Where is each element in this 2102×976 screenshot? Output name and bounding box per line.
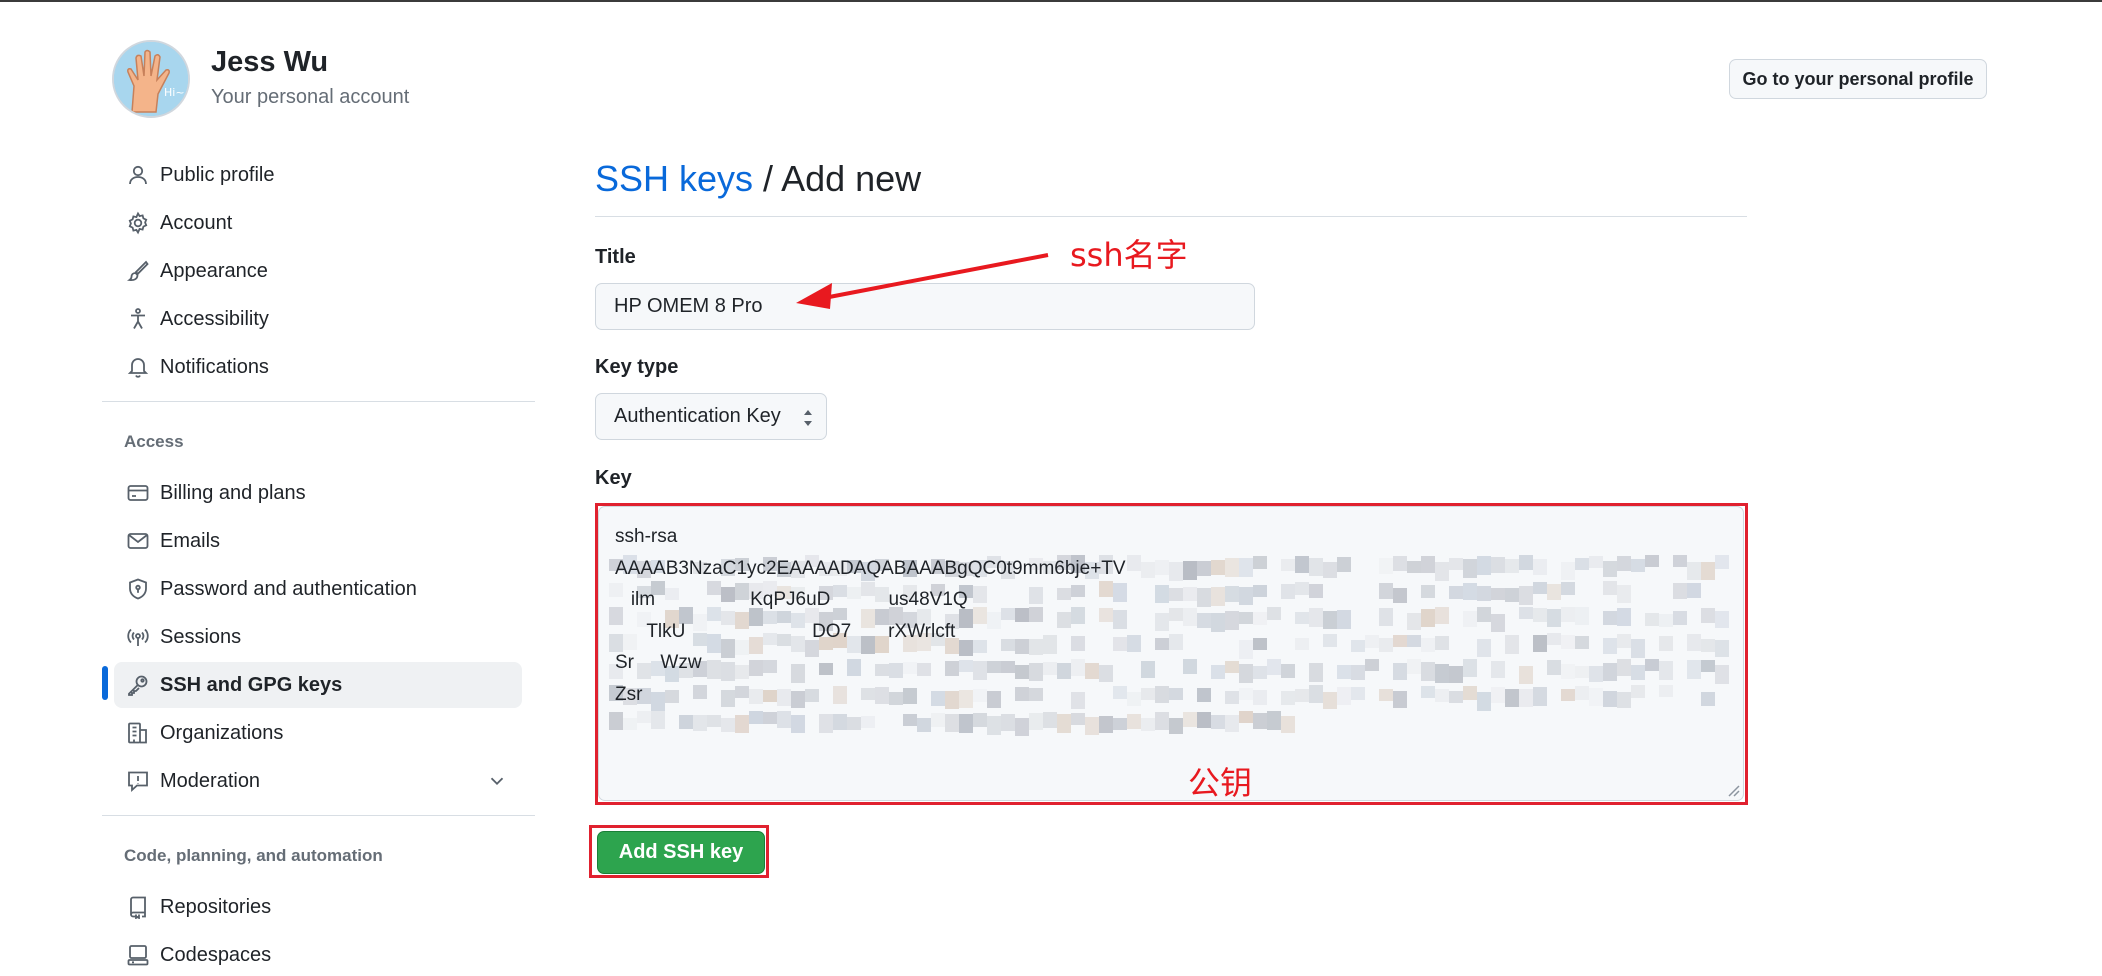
sidebar-item-organizations[interactable]: Organizations	[114, 710, 522, 756]
sidebar-item-emails[interactable]: Emails	[114, 518, 522, 564]
sidebar-item-moderation[interactable]: Moderation	[114, 758, 522, 804]
repo-icon	[116, 895, 160, 919]
sidebar-item-label: SSH and GPG keys	[160, 673, 343, 696]
mail-icon	[116, 529, 160, 553]
sidebar-divider	[102, 815, 535, 816]
sidebar-item-public-profile[interactable]: Public profile	[114, 152, 522, 198]
annotation-arrow	[796, 253, 1049, 309]
sidebar-item-appearance[interactable]: Appearance	[114, 248, 522, 294]
avatar-hand-icon: Hi~	[114, 42, 188, 116]
key-field-label: Key	[595, 467, 632, 489]
page-title: SSH keys / Add new	[595, 158, 921, 200]
key-type-value: Authentication Key	[614, 405, 781, 427]
user-avatar[interactable]: Hi~	[112, 40, 190, 118]
sidebar-item-label: Billing and plans	[160, 481, 306, 504]
annotation-button-box	[589, 825, 769, 878]
sidebar-item-password-auth[interactable]: Password and authentication	[114, 566, 522, 612]
sidebar-item-label: Notifications	[160, 355, 269, 378]
chevron-down-icon[interactable]	[486, 770, 508, 792]
sidebar-item-label: Codespaces	[160, 943, 272, 966]
sidebar-item-account[interactable]: Account	[114, 200, 522, 246]
sidebar-item-label: Password and authentication	[160, 577, 417, 600]
gear-icon	[116, 211, 160, 235]
report-icon	[116, 769, 160, 793]
sidebar-item-label: Accessibility	[160, 307, 269, 330]
sidebar-section-access: Access	[124, 432, 184, 451]
svg-text:Hi~: Hi~	[164, 86, 185, 99]
title-field-label: Title	[595, 246, 636, 268]
annotation-title-note: ssh名字	[1070, 236, 1188, 274]
breadcrumb-ssh-keys-link[interactable]: SSH keys	[595, 158, 753, 199]
window-top-border	[0, 0, 2102, 2]
sidebar-item-label: Organizations	[160, 721, 284, 744]
sidebar-divider	[102, 401, 535, 402]
sidebar-item-ssh-gpg-keys[interactable]: SSH and GPG keys	[114, 662, 522, 708]
sidebar-item-label: Public profile	[160, 163, 275, 186]
sidebar-item-repositories[interactable]: Repositories	[114, 884, 522, 930]
sidebar-item-codespaces[interactable]: Codespaces	[114, 932, 522, 976]
key-type-label: Key type	[595, 356, 679, 378]
sidebar-item-notifications[interactable]: Notifications	[114, 344, 522, 390]
broadcast-icon	[116, 625, 160, 649]
codespaces-icon	[116, 943, 160, 967]
key-icon	[116, 673, 160, 697]
select-arrows-icon	[804, 410, 812, 426]
annotation-key-note: 公钥	[1188, 764, 1253, 802]
breadcrumb-current: Add new	[781, 158, 922, 199]
sidebar-item-sessions[interactable]: Sessions	[114, 614, 522, 660]
account-subtitle: Your personal account	[211, 86, 410, 108]
person-icon	[116, 163, 160, 187]
sidebar-item-billing[interactable]: Billing and plans	[114, 470, 522, 516]
title-divider	[595, 216, 1747, 217]
active-item-indicator	[102, 666, 108, 700]
shield-lock-icon	[116, 577, 160, 601]
bell-icon	[116, 355, 160, 379]
sidebar-item-label: Emails	[160, 529, 221, 552]
sidebar-section-code: Code, planning, and automation	[124, 846, 383, 865]
accessibility-icon	[116, 307, 160, 331]
sidebar-item-label: Account	[160, 211, 233, 234]
sidebar-item-label: Appearance	[160, 259, 268, 282]
annotation-key-box	[595, 503, 1748, 805]
sidebar-item-accessibility[interactable]: Accessibility	[114, 296, 522, 342]
go-to-profile-button[interactable]: Go to your personal profile	[1729, 59, 1987, 99]
credit-card-icon	[116, 481, 160, 505]
user-name[interactable]: Jess Wu	[211, 46, 328, 79]
sidebar-item-label: Repositories	[160, 895, 272, 918]
key-type-select[interactable]: Authentication Key	[595, 393, 827, 440]
breadcrumb-separator: /	[753, 158, 782, 199]
sidebar-item-label: Moderation	[160, 769, 261, 792]
paintbrush-icon	[116, 259, 160, 283]
sidebar-item-label: Sessions	[160, 625, 242, 648]
organization-icon	[116, 721, 160, 745]
